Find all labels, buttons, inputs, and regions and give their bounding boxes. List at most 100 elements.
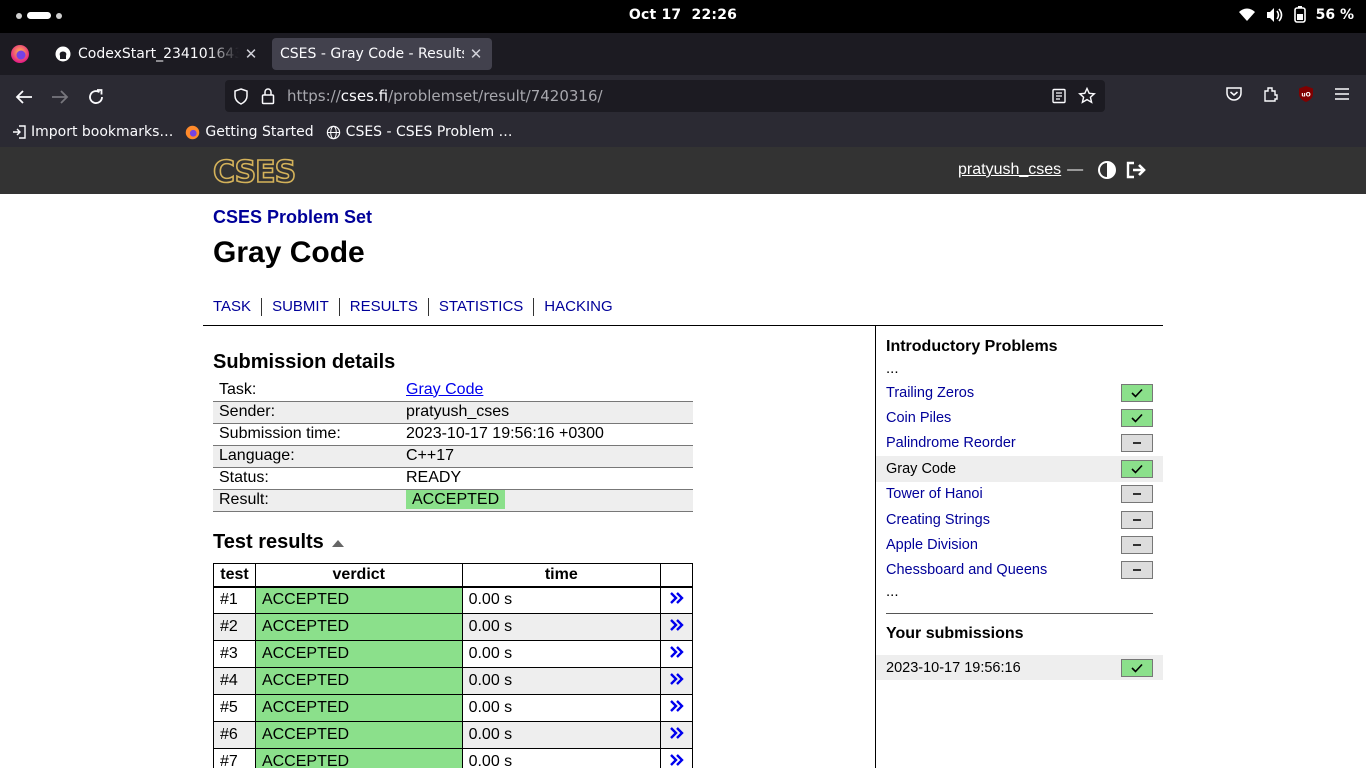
sidebar-problem-item[interactable]: Creating Strings (876, 507, 1163, 532)
details-link[interactable] (660, 748, 693, 768)
lock-icon[interactable] (261, 87, 275, 105)
status-check-icon (1121, 658, 1153, 677)
task-link[interactable]: Gray Code (406, 381, 483, 398)
forward-icon[interactable] (48, 85, 72, 109)
theme-toggle-icon[interactable] (1097, 160, 1117, 180)
detail-row: Language: C++17 (213, 445, 693, 468)
svg-text:uO: uO (1301, 92, 1310, 99)
sidebar-problem-item[interactable]: Tower of Hanoi (876, 482, 1163, 507)
extensions-icon[interactable] (1262, 85, 1280, 103)
tab-task[interactable]: TASK (213, 298, 261, 316)
verdict-cell: ACCEPTED (254, 721, 463, 749)
problem-set-link[interactable]: CSES Problem Set (213, 207, 372, 228)
sidebar-problem-item[interactable]: Coin Piles (876, 405, 1163, 430)
import-icon (13, 125, 26, 139)
cses-logo[interactable]: CSES (213, 157, 305, 185)
bookmark-cses[interactable]: CSES - CSES Problem … (326, 124, 513, 140)
double-chevron-right-icon[interactable] (669, 753, 685, 767)
tab-submit[interactable]: SUBMIT (261, 298, 339, 316)
table-row: #6 ACCEPTED 0.00 s (213, 721, 693, 749)
column-header-test: test (213, 563, 256, 588)
details-link[interactable] (660, 667, 693, 695)
sidebar-heading: Introductory Problems (886, 338, 1058, 355)
detail-row: Result: ACCEPTED (213, 489, 693, 512)
your-submissions-heading: Your submissions (886, 625, 1024, 643)
double-chevron-right-icon[interactable] (669, 726, 685, 740)
time-cell: 0.00 s (461, 586, 662, 614)
sidebar-problem-item[interactable]: Chessboard and Queens (876, 558, 1163, 583)
status-value: READY (400, 467, 693, 490)
details-link[interactable] (660, 613, 693, 641)
battery-percent: 56 % (1315, 6, 1354, 23)
problem-link[interactable]: Creating Strings (886, 512, 990, 528)
tab-hacking[interactable]: HACKING (533, 298, 622, 316)
problem-link[interactable]: Chessboard and Queens (886, 562, 1047, 578)
reader-view-icon[interactable] (1051, 88, 1067, 104)
sidebar-problem-item[interactable]: Trailing Zeros (876, 380, 1163, 405)
firefox-icon (186, 125, 200, 139)
logout-icon[interactable] (1125, 160, 1147, 180)
globe-icon (326, 125, 340, 139)
double-chevron-right-icon[interactable] (669, 699, 685, 713)
sidebar-problem-item[interactable]: Gray Code (876, 456, 1163, 482)
url-text[interactable]: https://cses.fi/problemset/result/742031… (287, 87, 603, 105)
sidebar: Introductory Problems ... Trailing Zeros… (876, 326, 1163, 681)
collapse-triangle-icon[interactable] (331, 539, 344, 547)
problem-link[interactable]: Trailing Zeros (886, 385, 974, 401)
submission-row[interactable]: 2023-10-17 19:56:16 (876, 655, 1163, 681)
test-number: #6 (213, 721, 256, 749)
test-number: #5 (213, 694, 256, 722)
ublock-icon[interactable]: uO (1297, 85, 1315, 103)
tab-statistics[interactable]: STATISTICS (427, 298, 533, 316)
bookmark-getting-started[interactable]: Getting Started (185, 124, 314, 140)
time-cell: 0.00 s (461, 667, 662, 695)
problem-link[interactable]: Palindrome Reorder (886, 435, 1016, 451)
problem-link[interactable]: Coin Piles (886, 410, 951, 426)
double-chevron-right-icon[interactable] (669, 672, 685, 686)
back-icon[interactable] (12, 85, 36, 109)
firefox-icon[interactable] (10, 44, 30, 64)
status-check-icon (1121, 383, 1153, 402)
submission-time[interactable]: 2023-10-17 19:56:16 (886, 660, 1021, 676)
test-results-heading[interactable]: Test results (213, 531, 344, 554)
status-dash-icon (1121, 536, 1153, 555)
pocket-icon[interactable] (1225, 85, 1243, 103)
details-link[interactable] (660, 640, 693, 668)
submission-details-heading: Submission details (213, 351, 396, 373)
reload-icon[interactable] (84, 85, 108, 109)
details-link[interactable] (660, 586, 693, 614)
page-title: Gray Code (213, 236, 365, 269)
system-status-area[interactable]: 56 % (1238, 6, 1354, 23)
details-link[interactable] (660, 721, 693, 749)
table-row: #2 ACCEPTED 0.00 s (213, 613, 693, 641)
test-number: #7 (213, 748, 256, 768)
double-chevron-right-icon[interactable] (669, 591, 685, 605)
time-cell: 0.00 s (461, 640, 662, 668)
problem-link[interactable]: Gray Code (886, 461, 956, 477)
tab-cses-results[interactable]: CSES - Gray Code - Results ✕ (272, 38, 492, 70)
tab-github[interactable]: CodexStart_2341016438/ ✕ (46, 38, 267, 70)
url-bar[interactable]: https://cses.fi/problemset/result/742031… (225, 80, 1105, 112)
close-tab-icon[interactable]: ✕ (239, 45, 263, 63)
clock[interactable]: Oct 17 22:26 (0, 7, 1366, 23)
bookmark-star-icon[interactable] (1078, 87, 1096, 105)
bookmark-import[interactable]: Import bookmarks… (12, 124, 173, 140)
double-chevron-right-icon[interactable] (669, 645, 685, 659)
problem-link[interactable]: Tower of Hanoi (886, 486, 983, 502)
menu-icon[interactable] (1333, 85, 1351, 103)
double-chevron-right-icon[interactable] (669, 618, 685, 632)
table-row: #3 ACCEPTED 0.00 s (213, 640, 693, 668)
sidebar-problem-item[interactable]: Palindrome Reorder (876, 431, 1163, 456)
tab-results[interactable]: RESULTS (338, 298, 428, 316)
site-header: CSES pratyush_cses — (0, 147, 1366, 194)
sidebar-problem-item[interactable]: Apple Division (876, 532, 1163, 557)
shield-icon[interactable] (233, 88, 249, 105)
test-number: #4 (213, 667, 256, 695)
details-link[interactable] (660, 694, 693, 722)
time-cell: 0.00 s (461, 721, 662, 749)
username-link[interactable]: pratyush_cses (958, 161, 1061, 179)
problem-link[interactable]: Apple Division (886, 537, 978, 553)
close-tab-icon[interactable]: ✕ (464, 45, 488, 63)
submission-details-table: Task: Gray Code Sender: pratyush_cses Su… (213, 379, 693, 512)
volume-icon (1266, 7, 1282, 22)
